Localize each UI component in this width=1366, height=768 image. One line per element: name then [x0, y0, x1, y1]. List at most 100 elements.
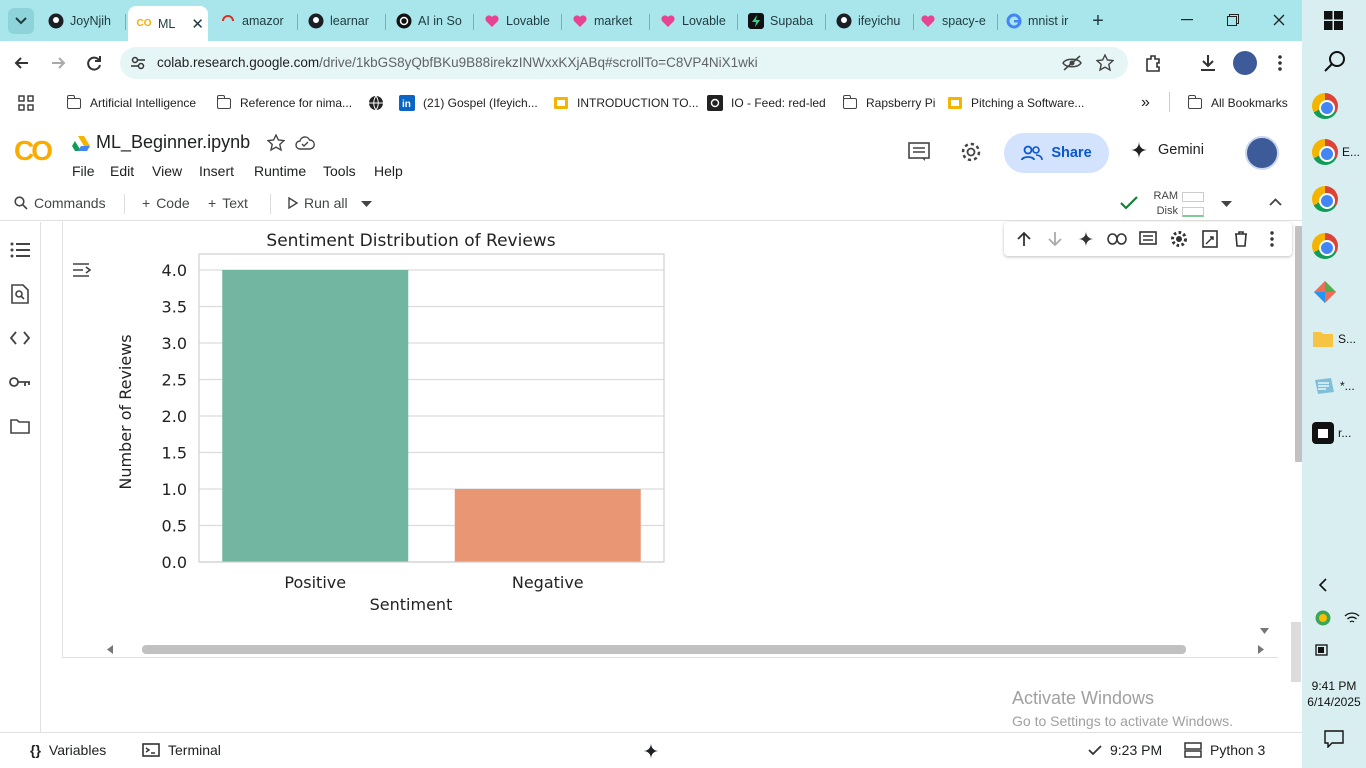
comment-icon[interactable]	[908, 142, 930, 162]
cloud-saved-icon[interactable]	[295, 135, 315, 151]
run-all-button[interactable]: Run all	[288, 195, 348, 211]
notebook-title[interactable]: ML_Beginner.ipynb	[96, 132, 250, 153]
restore-button[interactable]	[1210, 6, 1256, 34]
taskbar-file-explorer[interactable]: S...	[1302, 319, 1366, 359]
tab-search-button[interactable]	[8, 8, 34, 34]
taskbar-chrome-app[interactable]	[1302, 179, 1366, 219]
move-down-icon[interactable]	[1044, 228, 1066, 250]
add-code-button[interactable]: + Code	[142, 195, 190, 211]
link-icon[interactable]	[1106, 228, 1128, 250]
tray-app-icon[interactable]	[1315, 610, 1331, 626]
notebook-scrollbar[interactable]	[1291, 622, 1301, 682]
menu-file[interactable]: File	[72, 163, 95, 179]
search-icon[interactable]	[1324, 50, 1346, 72]
output-actions-icon[interactable]	[73, 262, 93, 278]
reload-icon[interactable]	[84, 53, 104, 73]
browser-tab[interactable]: Lovable	[476, 8, 562, 34]
menu-tools[interactable]: Tools	[323, 163, 356, 179]
browser-tab[interactable]: spacy-e	[912, 8, 998, 34]
taskbar-chrome-app[interactable]: E...	[1302, 132, 1366, 172]
browser-tab[interactable]: Supaba	[740, 8, 826, 34]
taskbar-app[interactable]	[1302, 272, 1366, 312]
forward-icon[interactable]	[48, 53, 68, 73]
bookmark-item[interactable]: Artificial Intelligence	[66, 92, 196, 114]
wifi-icon[interactable]	[1344, 611, 1360, 625]
apps-grid-icon[interactable]	[18, 95, 34, 111]
browser-tab[interactable]: Lovable	[652, 8, 738, 34]
star-icon[interactable]	[267, 134, 285, 152]
menu-runtime[interactable]: Runtime	[254, 163, 306, 179]
bookmark-item[interactable]	[368, 92, 384, 114]
mirror-cell-icon[interactable]	[1199, 228, 1221, 250]
site-info-icon[interactable]	[130, 55, 146, 71]
browser-tab[interactable]: mnist ir	[998, 8, 1084, 34]
scroll-left-arrow-icon[interactable]	[107, 645, 113, 654]
browser-tab-active[interactable]: CO ML ✕	[128, 6, 208, 41]
back-icon[interactable]	[12, 53, 32, 73]
files-folder-icon[interactable]	[9, 415, 31, 437]
kernel-status[interactable]: Python 3	[1184, 742, 1265, 758]
code-snippets-icon[interactable]	[9, 327, 31, 349]
terminal-button[interactable]: Terminal	[142, 742, 221, 758]
more-vert-icon[interactable]	[1272, 53, 1288, 73]
user-avatar[interactable]	[1245, 136, 1279, 170]
taskbar-chrome-app[interactable]	[1302, 86, 1366, 126]
secrets-key-icon[interactable]	[9, 371, 31, 393]
move-up-icon[interactable]	[1013, 228, 1035, 250]
close-window-button[interactable]	[1256, 6, 1302, 34]
browser-tab[interactable]: market	[564, 8, 650, 34]
windows-start-icon[interactable]	[1324, 11, 1343, 30]
menu-insert[interactable]: Insert	[199, 163, 234, 179]
more-vert-icon[interactable]	[1261, 228, 1283, 250]
url-text[interactable]: colab.research.google.com/drive/1kbGS8yQ…	[157, 55, 758, 70]
settings-gear-icon[interactable]	[960, 141, 982, 163]
gemini-sparkle-icon[interactable]	[643, 743, 659, 759]
eye-slash-icon[interactable]	[1062, 54, 1082, 72]
extensions-icon[interactable]	[1144, 53, 1164, 73]
browser-tab[interactable]: AI in So	[388, 8, 474, 34]
cell-settings-gear-icon[interactable]	[1168, 228, 1190, 250]
taskbar-chrome-app[interactable]	[1302, 226, 1366, 266]
add-text-button[interactable]: + Text	[208, 195, 248, 211]
more-bookmarks-button[interactable]: »	[1141, 92, 1150, 114]
bookmark-item[interactable]: INTRODUCTION TO...	[553, 92, 699, 114]
browser-tab[interactable]: learnar	[300, 8, 386, 34]
bookmark-item[interactable]: Pitching a Software...	[947, 92, 1084, 114]
horizontal-scrollbar-thumb[interactable]	[142, 645, 1186, 654]
colab-logo[interactable]: CO	[14, 135, 53, 167]
bookmark-item[interactable]: in (21) Gospel (Ifeyich...	[399, 92, 538, 114]
runtime-dropdown-icon[interactable]	[1221, 201, 1232, 207]
notifications-icon[interactable]	[1324, 730, 1344, 748]
all-bookmarks-button[interactable]: All Bookmarks	[1187, 92, 1288, 114]
bookmark-item[interactable]: Reference for nima...	[216, 92, 352, 114]
menu-edit[interactable]: Edit	[110, 163, 134, 179]
execution-status[interactable]: 9:23 PM	[1088, 742, 1162, 758]
browser-tab[interactable]: ifeyichu	[828, 8, 914, 34]
browser-tab[interactable]: amazor	[212, 8, 298, 34]
new-tab-button[interactable]: +	[1086, 9, 1110, 33]
commands-button[interactable]: Commands	[14, 195, 106, 211]
scroll-right-arrow-icon[interactable]	[1258, 645, 1264, 654]
resource-monitor[interactable]: RAM Disk	[1148, 189, 1204, 219]
bookmark-star-icon[interactable]	[1096, 54, 1114, 72]
find-replace-icon[interactable]	[9, 283, 31, 305]
gemini-button[interactable]: Gemini	[1130, 141, 1204, 159]
bookmark-item[interactable]: IO - Feed: red-led	[707, 92, 826, 114]
address-bar[interactable]: colab.research.google.com/drive/1kbGS8yQ…	[120, 47, 1128, 79]
browser-tab[interactable]: JoyNjih	[40, 8, 126, 34]
battery-icon[interactable]	[1315, 643, 1331, 657]
menu-view[interactable]: View	[152, 163, 182, 179]
chevron-left-icon[interactable]	[1318, 578, 1328, 592]
code-cell-output[interactable]: Sentiment Distribution of Reviews 0.0 0.5…	[62, 222, 1303, 658]
bookmark-item[interactable]: Rapsberry Pi	[842, 92, 935, 114]
scroll-down-arrow-icon[interactable]	[1260, 628, 1269, 634]
download-icon[interactable]	[1198, 53, 1218, 73]
profile-avatar[interactable]	[1233, 51, 1257, 75]
close-tab-icon[interactable]: ✕	[191, 15, 204, 33]
share-button[interactable]: Share	[1004, 133, 1109, 173]
taskbar-notepad[interactable]: *...	[1302, 366, 1366, 406]
collapse-chevron-up-icon[interactable]	[1269, 198, 1282, 206]
system-clock[interactable]: 9:41 PM 6/14/2025	[1302, 678, 1366, 710]
menu-help[interactable]: Help	[374, 163, 403, 179]
table-of-contents-icon[interactable]	[9, 239, 31, 261]
